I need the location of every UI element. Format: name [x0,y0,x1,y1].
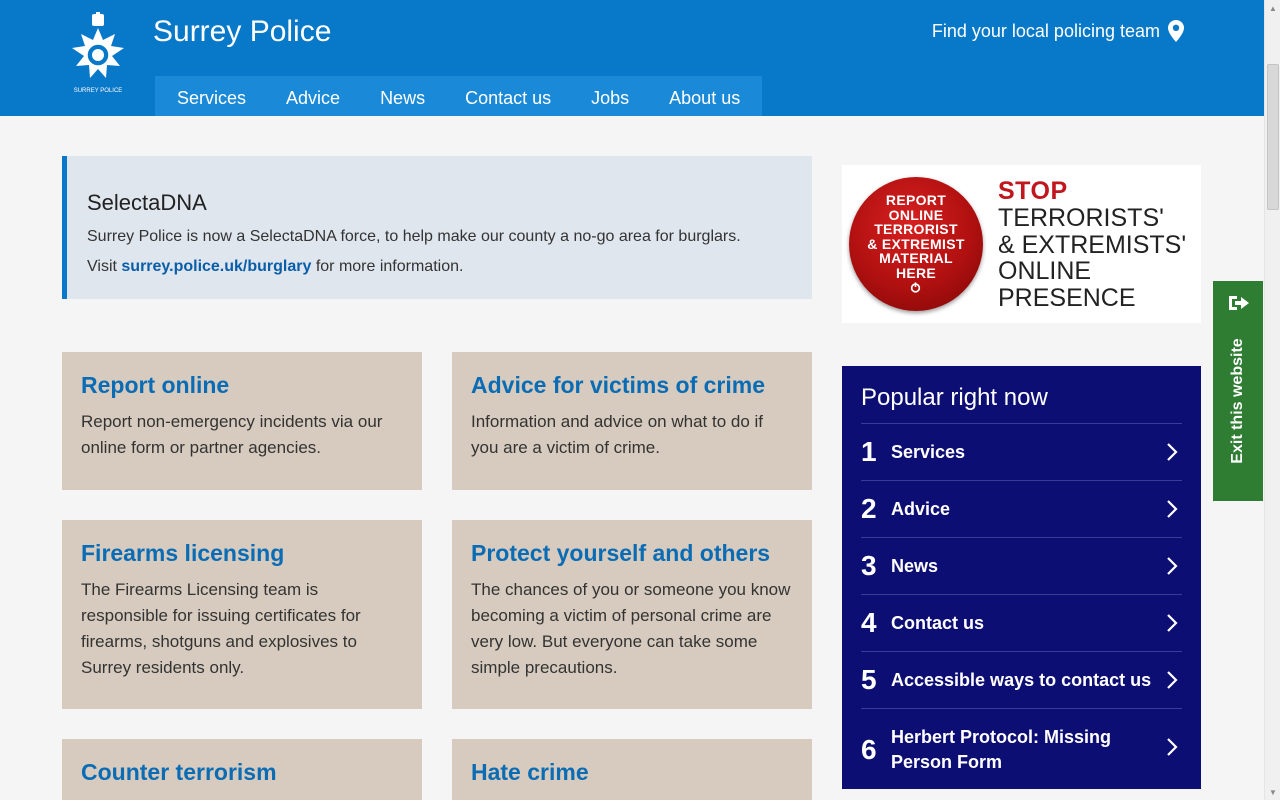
nav-jobs[interactable]: Jobs [571,76,649,116]
popular-rank: 3 [861,550,877,581]
popular-label: Herbert Protocol: Missing Person Form [891,726,1112,772]
card-protect-yourself[interactable]: Protect yourself and others The chances … [452,520,812,709]
popular-item-news[interactable]: 3 News [861,537,1182,594]
badge-line: HERE [896,266,936,295]
chevron-right-icon [1167,614,1178,632]
card-title: Protect yourself and others [471,540,771,566]
callout-visit-prefix: Visit [87,258,122,275]
scroll-thumb[interactable] [1267,64,1279,210]
popular-label: Advice [891,498,951,519]
popular-panel: Popular right now 1 Services 2 Advice 3 … [842,366,1201,789]
popular-label: Contact us [891,612,985,633]
popular-label: Accessible ways to contact us [891,669,1152,690]
stop-line: TERRORISTS' [998,204,1164,232]
nav-news[interactable]: News [360,76,445,116]
popular-rank: 4 [861,607,877,638]
card-hate-crime[interactable]: Hate crime [452,739,812,800]
popular-rank: 5 [861,664,877,695]
map-pin-icon [1168,20,1184,42]
card-counter-terrorism[interactable]: Counter terrorism [62,739,422,800]
popular-rank: 1 [861,436,877,467]
card-title: Advice for victims of crime [471,372,765,398]
card-text: Report non-emergency incidents via our o… [81,412,383,457]
chevron-right-icon [1167,443,1178,461]
card-firearms-licensing[interactable]: Firearms licensing The Firearms Licensin… [62,520,422,709]
selectadna-callout: SelectaDNA Surrey Police is now a Select… [62,156,812,299]
stop-heading: STOP [998,177,1068,205]
exit-website-label: Exit this website [1229,338,1246,464]
nav-about-us[interactable]: About us [649,76,760,116]
chevron-right-icon [1167,500,1178,518]
badge-line: REPORT [885,192,947,209]
popular-item-accessible-contact[interactable]: 5 Accessible ways to contact us [861,651,1182,708]
stop-text-block: STOP TERRORISTS' & EXTREMISTS' ONLINE PR… [998,177,1186,311]
exit-website-button[interactable]: Exit this website [1213,281,1263,501]
scroll-up-icon[interactable]: ▲ [1265,0,1280,16]
chevron-right-icon [1167,557,1178,575]
popular-item-contact-us[interactable]: 4 Contact us [861,594,1182,651]
callout-visit: Visit surrey.police.uk/burglary for more… [87,258,792,276]
local-team-label: Find your local policing team [931,20,1160,41]
stop-line: ONLINE [998,257,1092,285]
card-title: Firearms licensing [81,540,285,566]
popular-title: Popular right now [861,384,1048,411]
report-badge: REPORT ONLINE TERRORIST & EXTREMIST MATE… [849,177,983,311]
card-title: Counter terrorism [81,759,277,785]
popular-label: News [891,555,939,576]
card-text: Information and advice on what to do if … [471,412,764,457]
nav-advice[interactable]: Advice [266,76,360,116]
card-title: Report online [81,372,230,398]
popular-rank: 6 [861,733,877,765]
popular-item-services[interactable]: 1 Services [861,423,1182,480]
popular-item-advice[interactable]: 2 Advice [861,480,1182,537]
stop-terrorists-banner[interactable]: REPORT ONLINE TERRORIST & EXTREMIST MATE… [842,165,1201,323]
chevron-right-icon [1167,738,1178,756]
callout-text: Surrey Police is now a SelectaDNA force,… [87,228,741,245]
badge-line: ONLINE [888,206,944,223]
burglary-link[interactable]: surrey.police.uk/burglary [121,258,311,275]
popular-rank: 2 [861,493,877,524]
scroll-down-icon[interactable]: ▼ [1265,784,1280,800]
badge-line: TERRORIST [874,221,958,238]
nav-services[interactable]: Services [157,76,266,116]
badge-line: MATERIAL [879,250,953,267]
stop-line: & EXTREMISTS' [998,230,1187,259]
power-icon [911,282,921,293]
nav-contact-us[interactable]: Contact us [445,76,571,116]
exit-icon [1229,296,1249,310]
popular-label: Services [891,441,966,462]
callout-title: SelectaDNA [87,190,207,215]
site-header: SURREY POLICE Surrey Police Find your lo… [0,0,1264,116]
card-report-online[interactable]: Report online Report non-emergency incid… [62,352,422,490]
popular-item-herbert-protocol[interactable]: 6 Herbert Protocol: Missing Person Form [861,708,1182,790]
surrey-police-crest-icon[interactable]: SURREY POLICE [62,12,134,96]
chevron-right-icon [1167,671,1178,689]
main-nav: Services Advice News Contact us Jobs Abo… [155,76,763,116]
card-title: Hate crime [471,759,589,785]
card-advice-victims[interactable]: Advice for victims of crime Information … [452,352,812,490]
card-text: The chances of you or someone you know b… [471,580,791,677]
card-text: The Firearms Licensing team is responsib… [81,580,361,677]
callout-visit-suffix: for more information. [311,258,464,275]
vertical-scrollbar[interactable]: ▲ ▼ [1264,0,1280,800]
badge-line: & EXTREMIST [867,235,965,252]
badge-here: HERE [895,264,937,281]
find-local-team-link[interactable]: Find your local policing team [932,20,1184,42]
svg-text:SURREY POLICE: SURREY POLICE [74,88,123,94]
site-title[interactable]: Surrey Police [153,15,331,49]
stop-line: PRESENCE [998,283,1136,312]
